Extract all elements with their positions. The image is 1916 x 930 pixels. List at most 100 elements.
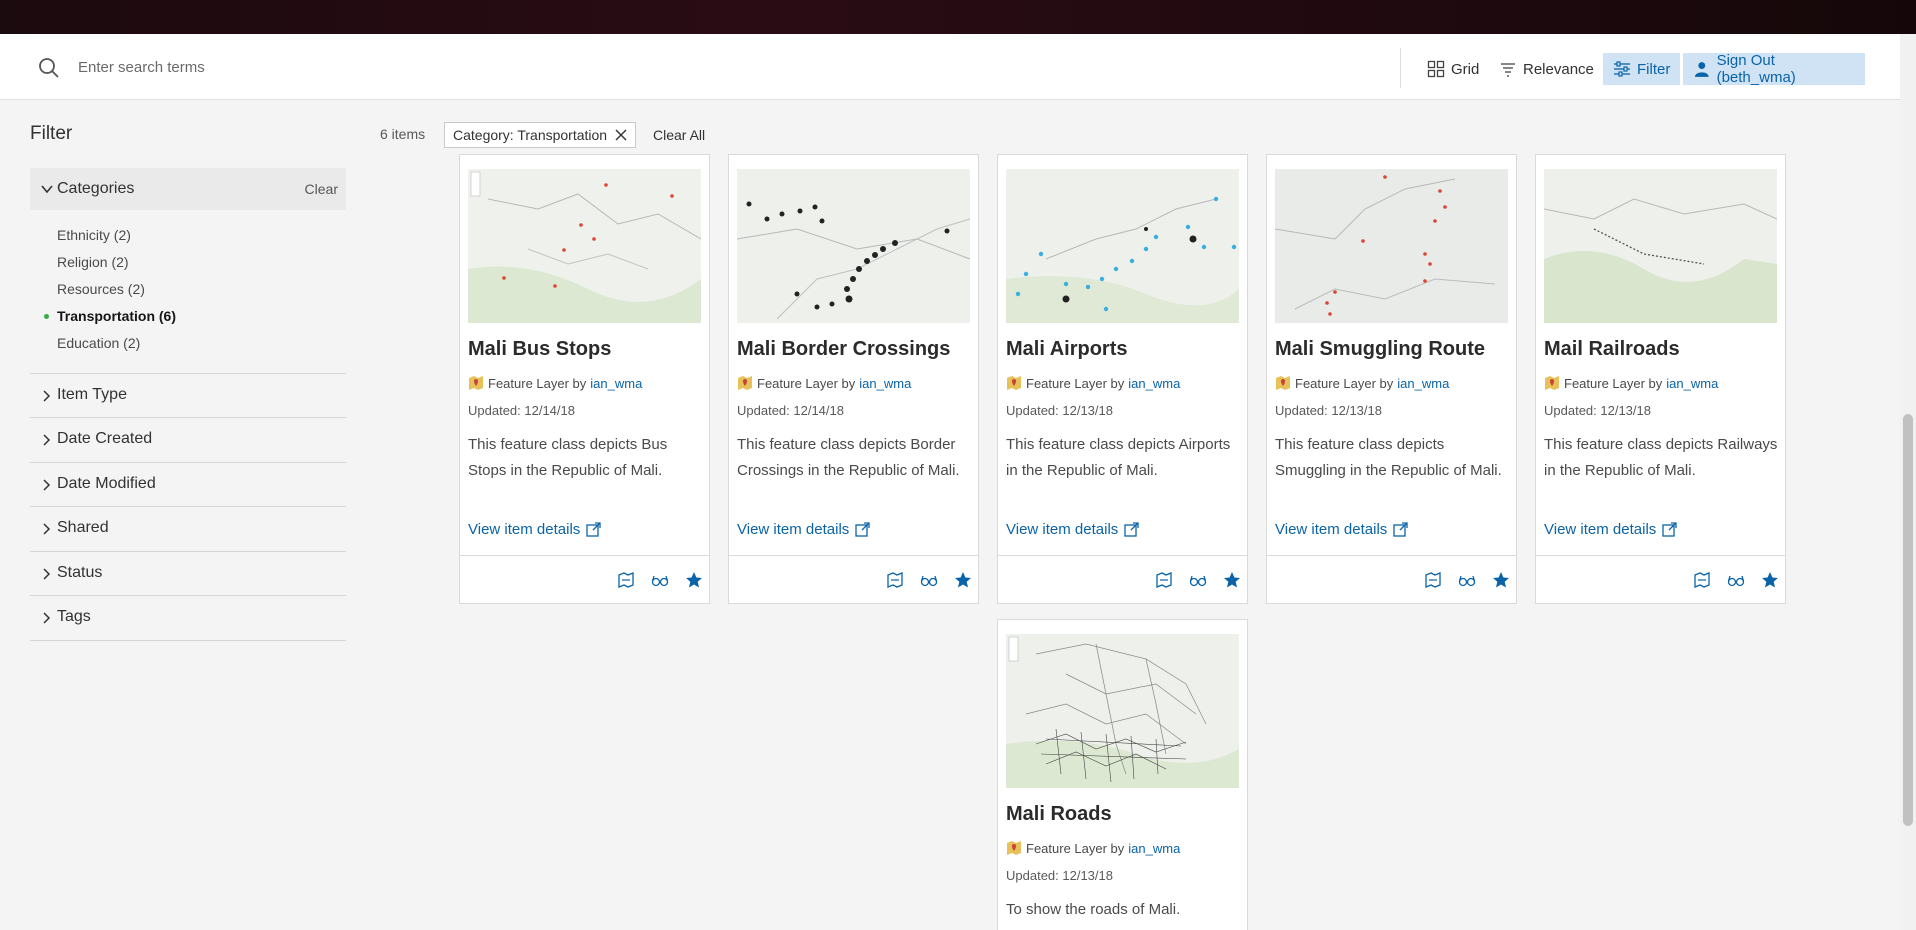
category-label: Ethnicity (2) (57, 227, 131, 243)
grid-view-button[interactable]: Grid (1421, 53, 1485, 85)
search-icon (39, 58, 59, 78)
card-title[interactable]: Mali Bus Stops (468, 338, 611, 361)
add-to-map-icon[interactable] (1155, 571, 1173, 589)
favorite-star-icon[interactable] (954, 571, 972, 589)
facet-label: Date Created (57, 430, 153, 447)
sliders-icon (1614, 61, 1630, 77)
map-thumbnail[interactable] (1006, 169, 1239, 323)
category-item-resources[interactable]: Resources (2) (57, 278, 176, 305)
facet-status[interactable]: Status (30, 551, 346, 595)
scrollbar-thumb[interactable] (1903, 414, 1913, 826)
view-details-link[interactable]: View item details (1275, 521, 1408, 538)
toolbar-divider (1400, 48, 1401, 88)
card-title[interactable]: Mail Railroads (1544, 338, 1680, 361)
preview-glasses-icon[interactable] (1727, 571, 1745, 589)
owner-link[interactable]: ian_wma (859, 376, 911, 391)
grid-label: Grid (1451, 60, 1480, 78)
facet-date-modified[interactable]: Date Modified (30, 462, 346, 506)
category-item-education[interactable]: Education (2) (57, 332, 176, 359)
categories-header[interactable]: Categories Clear (30, 168, 346, 210)
category-item-religion[interactable]: Religion (2) (57, 251, 176, 278)
view-details-link[interactable]: View item details (468, 521, 601, 538)
map-thumbnail[interactable] (1006, 634, 1239, 788)
facet-item-type[interactable]: Item Type (30, 373, 346, 417)
add-to-map-icon[interactable] (1693, 571, 1711, 589)
card-description: This feature class depicts Railways in t… (1544, 436, 1778, 479)
add-to-map-icon[interactable] (617, 571, 635, 589)
card-title[interactable]: Mali Border Crossings (737, 338, 950, 361)
card-footer (998, 555, 1247, 603)
facet-label: Shared (57, 519, 109, 536)
facet-shared[interactable]: Shared (30, 506, 346, 550)
card-title[interactable]: Mali Airports (1006, 338, 1128, 361)
external-link-icon (586, 522, 601, 537)
card-description: This feature class depicts Smuggling in … (1275, 436, 1502, 479)
owner-link[interactable]: ian_wma (590, 376, 642, 391)
view-details-link[interactable]: View item details (1006, 521, 1139, 538)
chevron-right-icon (43, 390, 51, 402)
map-pin-layer-icon (469, 376, 483, 390)
card-meta: Feature Layer by ian_wma (1006, 840, 1180, 856)
active-filter-chip[interactable]: Category: Transportation (444, 122, 637, 148)
view-details-link[interactable]: View item details (1544, 521, 1677, 538)
owner-link[interactable]: ian_wma (1128, 841, 1180, 856)
map-pin-layer-icon (738, 376, 752, 390)
map-pin-layer-icon (1007, 376, 1021, 390)
chevron-right-icon (43, 612, 51, 624)
close-icon[interactable] (615, 129, 627, 141)
category-item-transportation[interactable]: Transportation (6) (44, 305, 177, 332)
card-footer (729, 555, 978, 603)
preview-glasses-icon[interactable] (1458, 571, 1476, 589)
chip-label: Category: Transportation (453, 127, 608, 143)
map-preview-graphic (1275, 169, 1508, 323)
search-bar: Grid Relevance Filter Sign Out (beth_wma… (0, 34, 1900, 100)
favorite-star-icon[interactable] (1492, 571, 1510, 589)
filter-label: Filter (1637, 60, 1671, 78)
facet-tags[interactable]: Tags (30, 595, 346, 639)
search-input[interactable] (78, 52, 978, 82)
favorite-star-icon[interactable] (1761, 571, 1779, 589)
add-to-map-icon[interactable] (1424, 571, 1442, 589)
filter-toggle-button[interactable]: Filter (1603, 53, 1681, 85)
add-to-map-icon[interactable] (886, 571, 904, 589)
chevron-right-icon (43, 434, 51, 446)
owner-link[interactable]: ian_wma (1666, 376, 1718, 391)
facet-date-created[interactable]: Date Created (30, 417, 346, 461)
map-thumbnail[interactable] (1275, 169, 1508, 323)
details-label: View item details (1275, 521, 1388, 538)
categories-label: Categories (57, 180, 135, 197)
layer-type: Feature Layer by (1295, 375, 1394, 391)
category-label: Transportation (6) (57, 308, 177, 324)
facet-label: Tags (57, 608, 91, 625)
preview-glasses-icon[interactable] (920, 571, 938, 589)
details-label: View item details (468, 521, 581, 538)
item-card: Mali Bus Stops Feature Layer by ian_wma … (459, 154, 710, 604)
clear-all-button[interactable]: Clear All (653, 127, 705, 143)
card-title[interactable]: Mali Roads (1006, 803, 1112, 826)
category-item-ethnicity[interactable]: Ethnicity (2) (57, 224, 176, 251)
map-thumbnail[interactable] (1544, 169, 1777, 323)
facet-label: Date Modified (57, 475, 156, 492)
favorite-star-icon[interactable] (1223, 571, 1241, 589)
preview-glasses-icon[interactable] (1189, 571, 1207, 589)
item-card: Mali Roads Feature Layer by ian_wma Upda… (997, 619, 1248, 930)
card-title[interactable]: Mali Smuggling Route (1275, 338, 1485, 361)
sign-out-button[interactable]: Sign Out (beth_wma) (1683, 52, 1865, 86)
map-thumbnail[interactable] (468, 169, 701, 323)
map-pin-layer-icon (1545, 376, 1559, 390)
relevance-label: Relevance (1523, 60, 1594, 78)
categories-clear-button[interactable]: Clear (305, 181, 338, 197)
layer-type: Feature Layer by (1026, 375, 1125, 391)
item-card: Mali Smuggling Route Feature Layer by ia… (1266, 154, 1517, 604)
chevron-right-icon (43, 523, 51, 535)
favorite-star-icon[interactable] (685, 571, 703, 589)
owner-link[interactable]: ian_wma (1128, 376, 1180, 391)
preview-glasses-icon[interactable] (651, 571, 669, 589)
facet-label: Status (57, 564, 103, 581)
owner-link[interactable]: ian_wma (1397, 376, 1449, 391)
sort-relevance-button[interactable]: Relevance (1493, 53, 1600, 85)
view-details-link[interactable]: View item details (737, 521, 870, 538)
map-thumbnail[interactable] (737, 169, 970, 323)
user-icon (1694, 62, 1709, 77)
map-preview-graphic (737, 169, 970, 323)
